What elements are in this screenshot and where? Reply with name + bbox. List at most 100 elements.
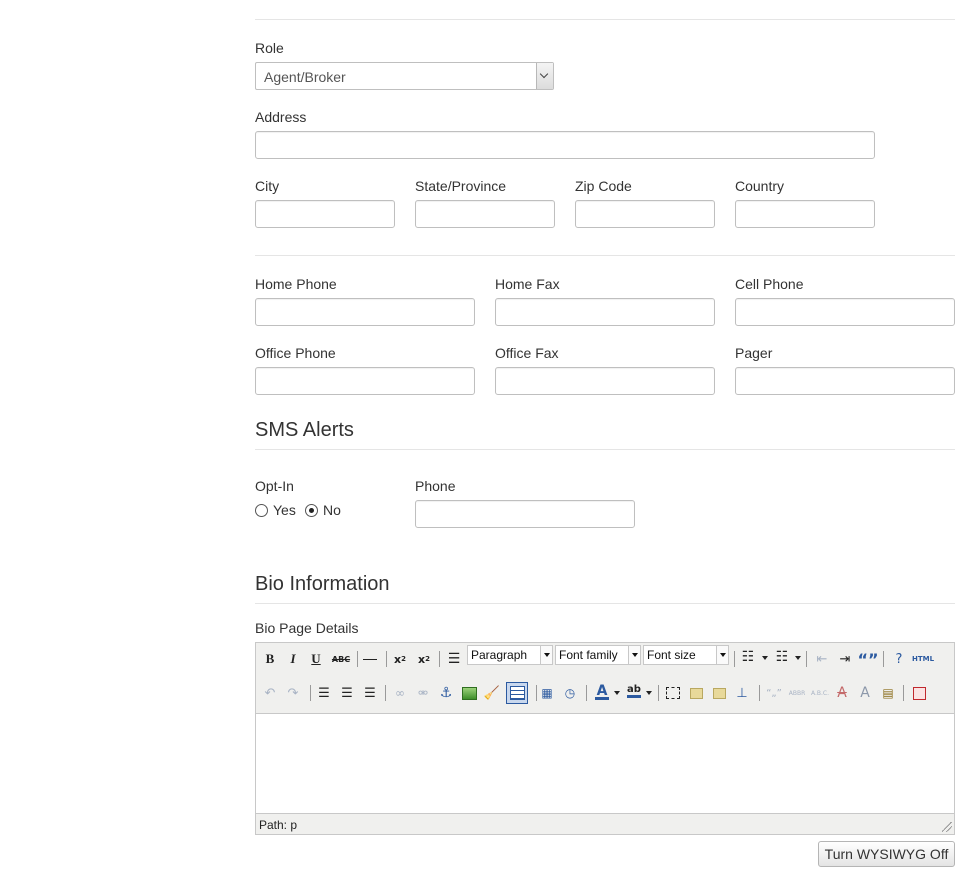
move-backward-icon[interactable] [709, 683, 729, 703]
help-icon[interactable]: ? [889, 649, 909, 669]
office-phone-label: Office Phone [255, 345, 336, 361]
pager-input[interactable] [735, 367, 955, 395]
justify-icon[interactable]: ☰ [444, 649, 464, 669]
visual-aid-icon[interactable] [909, 683, 929, 703]
state-label: State/Province [415, 178, 507, 194]
font-size-select-value: Font size [647, 648, 696, 662]
office-phone-input[interactable] [255, 367, 475, 395]
chevron-down-icon[interactable] [762, 656, 768, 660]
bio-heading: Bio Information [255, 573, 390, 595]
insert-date-icon[interactable]: ▦ [537, 683, 557, 703]
optin-yes-radio[interactable] [255, 504, 268, 517]
image-icon[interactable] [459, 683, 479, 703]
format-select[interactable]: Paragraph [467, 645, 553, 665]
link-icon[interactable]: ∞ [390, 683, 410, 703]
optin-label: Opt-In [255, 478, 294, 494]
optin-yes-label[interactable]: Yes [273, 502, 296, 518]
bold-icon[interactable]: B [260, 649, 280, 669]
office-fax-label: Office Fax [495, 345, 559, 361]
abbreviation-icon[interactable]: ABBR [786, 683, 808, 703]
rich-text-editor: B I U ABC x2 x2 ☰ Paragraph Font family … [255, 642, 955, 835]
redo-icon[interactable]: ↷ [283, 683, 303, 703]
toolbar-separator [310, 685, 311, 701]
address-input[interactable] [255, 131, 875, 159]
chevron-down-icon[interactable] [646, 691, 652, 695]
table-icon[interactable] [506, 682, 528, 704]
undo-icon[interactable]: ↶ [260, 683, 280, 703]
background-color-icon[interactable]: ab [624, 681, 644, 701]
editor-path: Path: p [259, 818, 298, 832]
cite-icon[interactable]: “„” [763, 683, 785, 703]
resize-handle-icon[interactable] [942, 822, 952, 832]
top-divider [255, 19, 955, 20]
city-input[interactable] [255, 200, 395, 228]
chevron-down-icon [540, 646, 552, 664]
cleanup-icon[interactable]: 🧹 [482, 683, 502, 703]
optin-no-label[interactable]: No [323, 502, 341, 518]
text-color-icon[interactable]: A [592, 681, 612, 701]
editor-content-area[interactable] [256, 713, 954, 814]
address-label: Address [255, 109, 307, 125]
optin-no-radio[interactable] [305, 504, 318, 517]
home-phone-input[interactable] [255, 298, 475, 326]
superscript-icon[interactable]: x2 [414, 649, 434, 669]
role-selected-value: Agent/Broker [264, 69, 346, 85]
outdent-icon[interactable]: ⇤ [812, 649, 832, 669]
toolbar-separator [883, 651, 884, 667]
office-fax-input[interactable] [495, 367, 715, 395]
home-fax-input[interactable] [495, 298, 715, 326]
move-forward-icon[interactable] [686, 683, 706, 703]
toolbar-separator [658, 685, 659, 701]
zip-label: Zip Code [575, 178, 632, 194]
sms-phone-label: Phone [415, 478, 456, 494]
font-family-select[interactable]: Font family [555, 645, 641, 665]
role-select[interactable]: Agent/Broker [255, 62, 554, 90]
html-source-icon[interactable]: HTML [911, 649, 935, 669]
indent-icon[interactable]: ⇥ [835, 649, 855, 669]
subscript-icon[interactable]: x2 [390, 649, 410, 669]
cell-phone-input[interactable] [735, 298, 955, 326]
align-center-icon[interactable]: ☰ [337, 683, 357, 703]
align-right-icon[interactable]: ☰ [360, 683, 380, 703]
sms-phone-input[interactable] [415, 500, 635, 528]
attributes-icon[interactable]: ▤ [878, 683, 898, 703]
sms-divider [255, 449, 955, 450]
toolbar-separator [586, 685, 587, 701]
anchor-icon[interactable]: ⚓ [436, 683, 456, 703]
home-fax-label: Home Fax [495, 276, 560, 292]
city-label: City [255, 178, 280, 194]
cell-phone-label: Cell Phone [735, 276, 804, 292]
unlink-icon[interactable]: ⚮ [413, 683, 433, 703]
chevron-down-icon [716, 646, 728, 664]
insertion-icon[interactable]: A [855, 683, 875, 703]
deletion-icon[interactable]: A [832, 683, 852, 703]
italic-icon[interactable]: I [283, 649, 303, 669]
insert-layer-icon[interactable] [663, 683, 683, 703]
numbered-list-icon[interactable]: ☷ [772, 647, 792, 667]
font-size-select[interactable]: Font size [643, 645, 729, 665]
acronym-icon[interactable]: A.B.C. [809, 683, 831, 703]
zip-input[interactable] [575, 200, 715, 228]
toolbar-separator [357, 651, 358, 667]
home-phone-label: Home Phone [255, 276, 337, 292]
blockquote-icon[interactable]: “” [857, 649, 878, 669]
insert-time-icon[interactable]: ◷ [560, 683, 580, 703]
sms-alerts-heading: SMS Alerts [255, 419, 354, 441]
country-input[interactable] [735, 200, 875, 228]
horizontal-rule-icon[interactable] [360, 649, 380, 669]
state-input[interactable] [415, 200, 555, 228]
underline-icon[interactable]: U [306, 649, 326, 669]
chevron-down-icon[interactable] [795, 656, 801, 660]
chevron-down-icon[interactable] [614, 691, 620, 695]
absolute-position-icon[interactable]: ⊥ [732, 683, 752, 703]
chevron-down-icon [628, 646, 640, 664]
strikethrough-icon[interactable]: ABC [329, 649, 353, 669]
toolbar-separator [385, 685, 386, 701]
bio-details-label: Bio Page Details [255, 620, 359, 636]
toolbar-separator [806, 651, 807, 667]
toolbar-separator [439, 651, 440, 667]
toolbar-separator [759, 685, 760, 701]
align-left-icon[interactable]: ☰ [314, 683, 334, 703]
wysiwyg-toggle-button[interactable]: Turn WYSIWYG Off [818, 841, 955, 867]
bullet-list-icon[interactable]: ☷ [738, 647, 758, 667]
